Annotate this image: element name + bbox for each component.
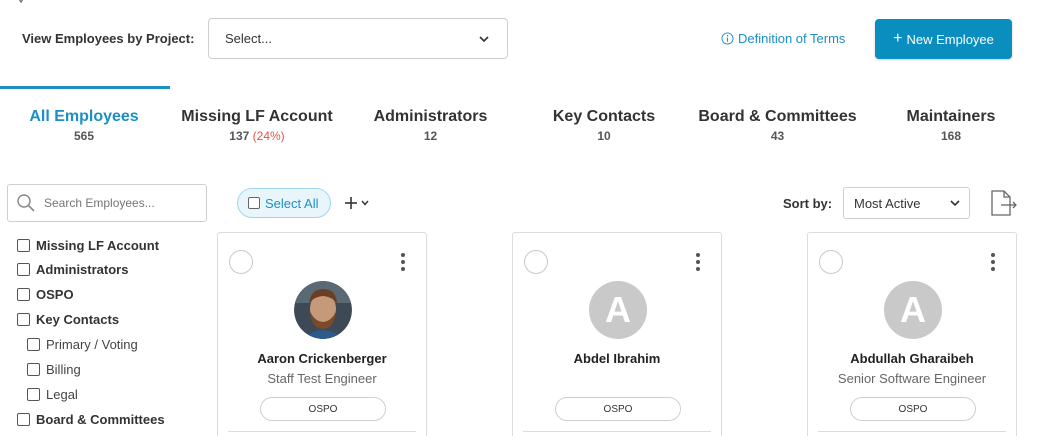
more-options-icon[interactable]: [695, 252, 701, 272]
tab-count-value: 137: [229, 129, 250, 143]
tab-maintainers[interactable]: Maintainers 168: [903, 108, 999, 143]
add-menu-button[interactable]: [344, 193, 374, 213]
card-divider: [228, 431, 416, 432]
tab-count-value: 12: [423, 129, 438, 143]
search-input[interactable]: [44, 196, 194, 210]
tab-label: Board & Committees: [698, 108, 857, 125]
new-employee-button[interactable]: + New Employee: [875, 19, 1012, 59]
project-select-value: Select...: [225, 31, 272, 46]
filter-ospo[interactable]: OSPO: [17, 287, 74, 302]
chevron-down-icon: [361, 200, 369, 206]
filter-label: OSPO: [36, 287, 74, 302]
tab-count-value: 565: [73, 129, 95, 143]
employee-select-radio[interactable]: [819, 250, 843, 274]
avatar-photo: [294, 281, 352, 339]
tab-board-committees[interactable]: Board & Committees 43: [695, 108, 860, 143]
more-options-icon[interactable]: [990, 252, 996, 272]
filter-label: Billing: [46, 362, 81, 377]
search-icon: [17, 194, 35, 212]
filter-checkbox[interactable]: [17, 313, 30, 326]
employee-title: Staff Test Engineer: [267, 371, 377, 386]
tab-label: Administrators: [373, 108, 488, 125]
tab-count-value: 10: [597, 129, 611, 143]
filter-label: Primary / Voting: [46, 337, 138, 352]
filter-key-contacts[interactable]: Key Contacts: [17, 312, 119, 327]
plus-icon: [345, 197, 357, 209]
tab-all-employees[interactable]: All Employees 565: [29, 108, 139, 143]
new-employee-label: New Employee: [906, 31, 994, 47]
filter-legal[interactable]: Legal: [27, 387, 78, 402]
filter-administrators[interactable]: Administrators: [17, 262, 128, 277]
tab-label: Key Contacts: [552, 108, 656, 125]
filter-label: Administrators: [36, 262, 129, 277]
project-filter-label: View Employees by Project:: [22, 31, 195, 46]
select-all-checkbox[interactable]: [248, 197, 260, 209]
filter-checkbox[interactable]: [17, 413, 30, 426]
project-select[interactable]: Select...: [208, 18, 508, 59]
export-icon[interactable]: [988, 189, 1018, 217]
employee-title: Senior Software Engineer: [837, 371, 987, 386]
employee-card[interactable]: A Abdullah Gharaibeh Senior Software Engin…: [807, 232, 1017, 436]
active-tab-indicator: [0, 86, 170, 89]
employee-name[interactable]: Aaron Crickenberger: [218, 351, 426, 366]
filter-label: Board & Committees: [36, 412, 165, 427]
filter-billing[interactable]: Billing: [27, 362, 81, 377]
tab-label: Maintainers: [906, 108, 996, 125]
chevron-down-icon: [950, 200, 960, 207]
tab-count: 10: [552, 129, 656, 143]
select-all-label: Select All: [265, 195, 319, 211]
filter-checkbox[interactable]: [27, 363, 40, 376]
employee-select-radio[interactable]: [524, 250, 548, 274]
employee-name[interactable]: Abdel Ibrahim: [513, 351, 721, 366]
filter-board-committees[interactable]: Board & Committees: [17, 412, 165, 427]
sort-select-value: Most Active: [854, 195, 921, 211]
tab-count-value: 168: [940, 129, 962, 143]
info-icon: [721, 32, 734, 45]
avatar-initial: A: [589, 281, 647, 339]
tab-count-percent: (24%): [252, 129, 285, 143]
sort-select[interactable]: Most Active: [843, 187, 970, 219]
employee-select-radio[interactable]: [229, 250, 253, 274]
more-options-icon[interactable]: [400, 252, 406, 272]
chevron-down-icon: [479, 36, 489, 43]
tab-count: 565: [29, 129, 139, 143]
tab-missing-lf-account[interactable]: Missing LF Account 137 (24%): [181, 108, 333, 143]
search-box[interactable]: [7, 184, 207, 222]
definition-of-terms-label: Definition of Terms: [738, 31, 846, 46]
avatar-initial: A: [884, 281, 942, 339]
employee-name[interactable]: Abdullah Gharaibeh: [808, 351, 1016, 366]
tab-label: Missing LF Account: [181, 108, 333, 125]
card-divider: [818, 431, 1006, 432]
card-divider: [523, 431, 711, 432]
filter-label: Key Contacts: [36, 312, 120, 327]
tab-administrators[interactable]: Administrators 12: [370, 108, 491, 143]
tab-count: 12: [370, 129, 491, 143]
filter-checkbox[interactable]: [17, 288, 30, 301]
filter-label: Legal: [46, 387, 78, 402]
filter-missing-lf-account[interactable]: Missing LF Account: [17, 238, 159, 253]
sort-label: Sort by:: [783, 196, 833, 211]
tab-count-value: 43: [770, 129, 785, 143]
employee-card[interactable]: Aaron Crickenberger Staff Test Engineer OS…: [217, 232, 427, 436]
plus-icon: +: [893, 30, 903, 47]
tab-count: 168: [903, 129, 999, 143]
cursor-mark-icon: [18, 0, 24, 4]
definition-of-terms-link[interactable]: Definition of Terms: [721, 31, 845, 46]
tab-key-contacts[interactable]: Key Contacts 10: [552, 108, 656, 143]
filter-checkbox[interactable]: [27, 388, 40, 401]
filter-checkbox[interactable]: [17, 239, 30, 252]
role-badge: OSPO: [850, 397, 976, 421]
employee-card[interactable]: A Abdel Ibrahim OSPO: [512, 232, 722, 436]
filter-label: Missing LF Account: [36, 238, 160, 253]
filter-checkbox[interactable]: [17, 263, 30, 276]
tab-label: All Employees: [29, 108, 139, 125]
role-badge: OSPO: [260, 397, 386, 421]
tab-count: 43: [695, 129, 860, 143]
tab-count: 137 (24%): [181, 129, 333, 143]
select-all-button[interactable]: Select All: [237, 188, 331, 218]
filter-checkbox[interactable]: [27, 338, 40, 351]
role-badge: OSPO: [555, 397, 681, 421]
filter-primary-voting[interactable]: Primary / Voting: [27, 337, 138, 352]
